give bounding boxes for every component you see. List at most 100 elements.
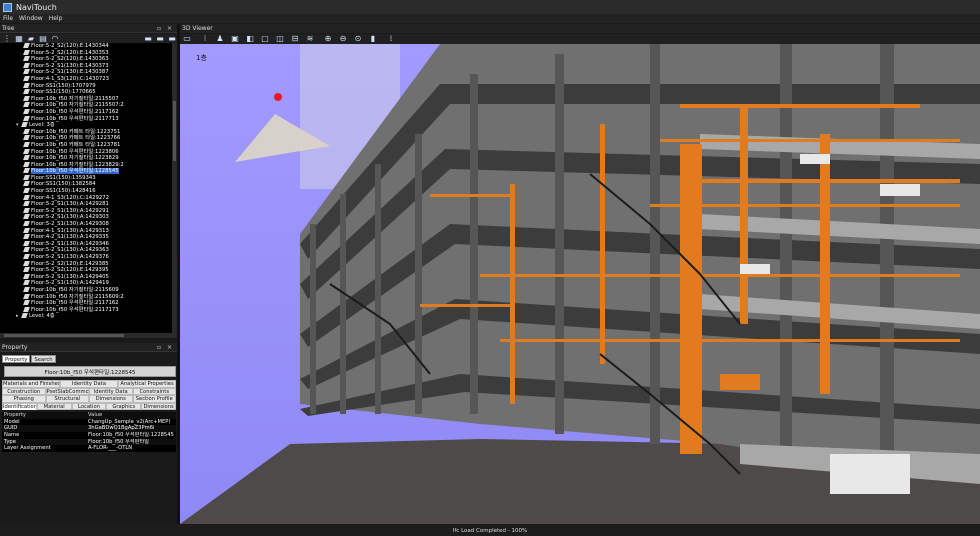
tree-item[interactable]: ▾ Level: 3층 <box>0 122 172 129</box>
property-value: A-FLOR-___-OTLN <box>88 445 133 452</box>
layer-filter-icon[interactable]: ▤ <box>38 34 48 44</box>
tree-item[interactable]: Floor:SS1(150):1770665 <box>0 89 172 96</box>
menu-file[interactable]: File <box>3 15 13 22</box>
tree-item[interactable]: Floor:10b_f50 자기질타일:2115609 <box>0 286 172 294</box>
category-tab[interactable]: Constraints <box>132 387 176 395</box>
tree-hscroll-thumb[interactable] <box>4 334 124 337</box>
dots-icon[interactable]: ⁞ <box>386 34 396 44</box>
measure-icon[interactable]: ⊟ <box>290 34 300 44</box>
category-tab[interactable]: Graphics <box>106 402 142 410</box>
category-tab[interactable]: Location <box>71 402 107 410</box>
tree-item[interactable]: Floor:10b_f50 카페트 타일:1223781 <box>0 141 172 149</box>
category-tab[interactable]: Phasing <box>2 395 46 403</box>
floor-icon <box>23 168 30 174</box>
floor-icon <box>23 188 30 194</box>
tab-search[interactable]: Search <box>31 355 56 363</box>
cube-icon[interactable]: ▣ <box>230 34 240 44</box>
tree-item[interactable]: Floor:10b_f50 우석편타일:1228545 <box>0 168 172 175</box>
category-tab[interactable]: Identity Data <box>89 387 133 395</box>
tree-item[interactable]: Floor:10b_f50 자기질타일:2115507:2 <box>0 102 172 109</box>
floor-icon <box>23 240 30 246</box>
category-tab[interactable]: Dimensions <box>89 395 133 403</box>
tree-view[interactable]: Floor:5-2_S2(120):E:1430344 Floor:5-2_S2(… <box>0 43 172 333</box>
open-icon[interactable]: ▭ <box>182 34 192 44</box>
floor-icon <box>23 108 30 114</box>
layers-icon[interactable]: ≋ <box>305 34 315 44</box>
box-icon[interactable]: ▢ <box>260 34 270 44</box>
tree-item[interactable]: Floor:5-2_S1(130):A:1429419 <box>0 280 172 287</box>
tree-item[interactable]: Floor:5-2_S2(120):E:1429395 <box>0 267 172 274</box>
battery-icon[interactable]: ▮ <box>368 34 378 44</box>
tree-item[interactable]: Floor:5-2_S2(120):E:1430344 <box>0 43 172 50</box>
tree-panel-controls[interactable]: ▫ × <box>157 25 174 32</box>
tab-property[interactable]: Property <box>2 355 31 363</box>
menu-window[interactable]: Window <box>19 15 43 22</box>
tree-item-label: Floor:5-2_S1(130):A:1429419 <box>31 280 109 287</box>
category-tab[interactable]: Materials and Finishes <box>2 380 60 388</box>
tree-item-label: Floor:4-1_S1(130):A:1429313 <box>31 227 109 234</box>
tree-item[interactable]: Floor:10b_f50 우석편타일:2117162 <box>0 300 172 307</box>
category-tab[interactable]: PsetSlabCommon <box>45 387 89 395</box>
tree-item-label: Floor:10b_f50 자기질타일:2115609:2 <box>31 293 124 300</box>
search-tree-icon[interactable]: ◠ <box>50 34 60 44</box>
property-row[interactable]: Layer Assignment A-FLOR-___-OTLN <box>2 445 176 452</box>
walk-icon[interactable]: ♟ <box>215 34 225 44</box>
tree-item[interactable]: Floor:5-2_S1(130):A:1429308 <box>0 221 172 228</box>
car-icon-3[interactable]: ▬ <box>167 34 177 44</box>
tree-item[interactable]: Floor:5-2_S1(130):A:1429363 <box>0 247 172 254</box>
tree-item-label: Floor:10b_f50 자기질타일:2115507:2 <box>31 102 124 109</box>
floor-filter-icon[interactable]: ▰ <box>26 34 36 44</box>
tree-item[interactable]: Floor:10b_f50 카페트 타일:1223766 <box>0 135 172 142</box>
property-row[interactable]: Model ChangUp_Sample_v2(Arc+MEP) <box>2 419 176 426</box>
title-bar: NaviTouch <box>0 0 980 14</box>
car-icon[interactable]: ▬ <box>143 34 153 44</box>
zoom-in-icon[interactable]: ⊕ <box>323 34 333 44</box>
camera-icon[interactable]: ◫ <box>275 34 285 44</box>
floor-icon <box>23 306 30 312</box>
expand-all-icon[interactable]: ▦ <box>14 34 24 44</box>
category-tab[interactable]: Section Profile <box>132 395 176 403</box>
zoom-out-icon[interactable]: ⊖ <box>338 34 348 44</box>
floor-icon <box>23 280 30 286</box>
floor-icon <box>23 43 30 48</box>
property-row[interactable]: Name Floor:10b_f50 우석편타일:1228545 <box>2 432 176 439</box>
tree-hscrollbar[interactable] <box>0 333 177 338</box>
tree-item-label: Level: 3층 <box>29 122 55 129</box>
property-row[interactable]: GUID 3hGaBDwQ1BgApZ3Pm6i <box>2 425 176 433</box>
category-tab[interactable]: Material <box>36 402 72 410</box>
tree-item[interactable]: Floor:10b_f50 자기질타일:1223829 <box>0 155 172 162</box>
3d-viewport[interactable]: 1층 <box>180 44 980 524</box>
tree-scroll-thumb[interactable] <box>173 101 176 161</box>
property-panel-controls[interactable]: ▫ × <box>157 344 174 351</box>
category-tab[interactable]: Identification <box>2 402 37 410</box>
tree-item-label: Floor:5-2_S1(130):E:1430373 <box>31 62 109 69</box>
tree-item[interactable]: Floor:4-2_S1(130):A:1429335 <box>0 234 172 241</box>
tree-item[interactable]: Floor:4-1_S3(120):C:1430723 <box>0 75 172 83</box>
tree-item[interactable]: Floor:5-2_S2(120):E:1430363 <box>0 56 172 63</box>
tree-item-label: Floor:5-2_S1(130):A:1429363 <box>31 247 109 254</box>
car-icon-2[interactable]: ▬ <box>155 34 165 44</box>
category-tab[interactable]: Construction <box>2 387 46 395</box>
property-row[interactable]: Type Floor:10b_f50 우석편타일 <box>2 438 176 446</box>
section-icon[interactable]: ◧ <box>245 34 255 44</box>
tree-item[interactable]: Floor:5-2_S1(130):E:1430387 <box>0 69 172 76</box>
category-tab[interactable]: Structural <box>45 395 89 403</box>
tree-item[interactable]: Floor:5-2_S1(130):A:1429281 <box>0 201 172 208</box>
tree-item-label: Floor:5-2_S1(130):A:1429281 <box>31 201 109 208</box>
tree-structure-icon[interactable]: ⋮ <box>2 34 12 44</box>
category-tab[interactable]: Analytical Properties <box>118 380 176 388</box>
building-model: 1층 <box>180 44 980 524</box>
tree-item[interactable]: Floor:5-2_S1(130):A:1429376 <box>0 254 172 261</box>
tree-item-label: Level: 4층 <box>29 313 55 320</box>
tree-item[interactable]: ▸ Level: 4층 <box>0 313 172 320</box>
tree-item[interactable]: Floor:10b_f50 우석편타일:2117162 <box>0 108 172 116</box>
property-key: GUID <box>4 425 18 432</box>
camera-position-marker <box>274 93 282 101</box>
grid-icon[interactable]: ⁝ <box>200 34 210 44</box>
column-value: Value <box>88 412 103 418</box>
tree-item[interactable]: Floor:SS1(150):1428416 <box>0 188 172 195</box>
category-tab[interactable]: Dimensions <box>141 402 176 410</box>
category-tab[interactable]: Identity Data <box>60 380 118 388</box>
menu-help[interactable]: Help <box>49 15 63 22</box>
fit-icon[interactable]: ⊙ <box>353 34 363 44</box>
